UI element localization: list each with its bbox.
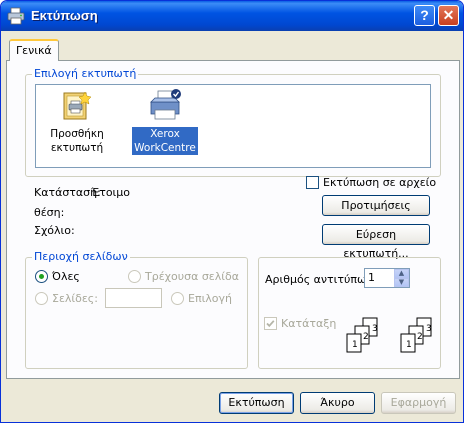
copies-spinner[interactable]: ▲ ▼	[394, 269, 409, 287]
print-to-file-label: Εκτύπωση σε αρχείο	[323, 176, 437, 189]
window-title: Εκτύπωση	[31, 8, 98, 23]
collate-pages-icon: 3 2 1	[346, 317, 378, 353]
xerox-label-2: WorkCentre	[132, 141, 198, 155]
collate-page-3: 3	[426, 324, 432, 334]
copies-label: Αριθμός αντιτύπων:	[265, 273, 377, 286]
radio-selection-label: Επιλογή	[188, 292, 233, 305]
page-range-group-label: Περιοχή σελίδων	[32, 250, 130, 263]
print-dialog: Εκτύπωση ? ✕ Γενικά Επιλογή εκτυπωτή Προ…	[0, 0, 464, 423]
apply-button[interactable]: Εφαρμογή	[381, 392, 456, 414]
select-printer-group-label: Επιλογή εκτυπωτή	[32, 67, 139, 80]
pages-input[interactable]	[105, 288, 162, 308]
collate-page-2: 2	[417, 332, 423, 342]
spin-up-icon[interactable]: ▲	[394, 269, 409, 278]
find-printer-button[interactable]: Εύρεση εκτυπωτή...	[322, 224, 430, 260]
xerox-label-1: Xerox	[132, 127, 198, 141]
radio-all-label: Όλες	[52, 270, 80, 283]
add-printer-label-1: Προσθήκη	[50, 128, 104, 140]
radio-current-page[interactable]	[128, 270, 141, 283]
add-printer-icon	[63, 91, 92, 120]
printer-icon	[150, 89, 181, 120]
cancel-button[interactable]: Άκυρο	[300, 392, 375, 414]
checkmark-icon	[266, 320, 275, 328]
preferences-button[interactable]: Προτιμήσεις	[322, 195, 430, 216]
status-value: Έτοιμο	[91, 186, 131, 199]
collate-stack-1: 3 2 1	[346, 317, 378, 353]
spin-down-icon[interactable]: ▼	[394, 278, 409, 287]
location-label: θέση:	[34, 206, 65, 219]
print-button[interactable]: Εκτύπωση	[219, 392, 294, 414]
radio-pages[interactable]	[35, 292, 48, 305]
collate-page-3: 3	[372, 324, 378, 334]
add-printer-label-2: εκτυπωτή	[50, 142, 104, 154]
copies-value: 1	[368, 271, 375, 284]
printer-list[interactable]: Προσθήκη εκτυπωτή Xerox WorkCentre	[35, 84, 431, 168]
collate-page-1: 1	[406, 340, 412, 350]
printer-item-add[interactable]: Προσθήκη εκτυπωτή	[48, 90, 106, 155]
collate-checkbox[interactable]	[264, 317, 277, 330]
radio-selection[interactable]	[171, 292, 184, 305]
collate-stack-2: 3 2 1	[400, 317, 432, 353]
close-button[interactable]: ✕	[438, 5, 459, 26]
print-to-file-checkbox[interactable]	[306, 176, 319, 189]
collate-pages-icon: 3 2 1	[400, 317, 432, 353]
copies-input[interactable]: 1 ▲ ▼	[364, 268, 410, 288]
tab-general-label: Γενικά	[16, 44, 52, 57]
radio-pages-label: Σελίδες:	[52, 292, 98, 305]
collate-page-2: 2	[363, 332, 369, 342]
collate-label: Κατάταξη	[281, 317, 337, 330]
comment-label: Σχόλιο:	[34, 224, 75, 237]
tab-general[interactable]: Γενικά	[9, 39, 59, 61]
radio-current-page-label: Τρέχουσα σελίδα	[145, 270, 239, 283]
help-button[interactable]: ?	[414, 5, 435, 26]
printer-item-xerox[interactable]: Xerox WorkCentre	[132, 88, 198, 155]
collate-page-1: 1	[352, 340, 358, 350]
printer-icon	[7, 7, 25, 25]
radio-all-pages[interactable]	[35, 270, 48, 283]
title-bar[interactable]: Εκτύπωση ? ✕	[1, 1, 463, 31]
